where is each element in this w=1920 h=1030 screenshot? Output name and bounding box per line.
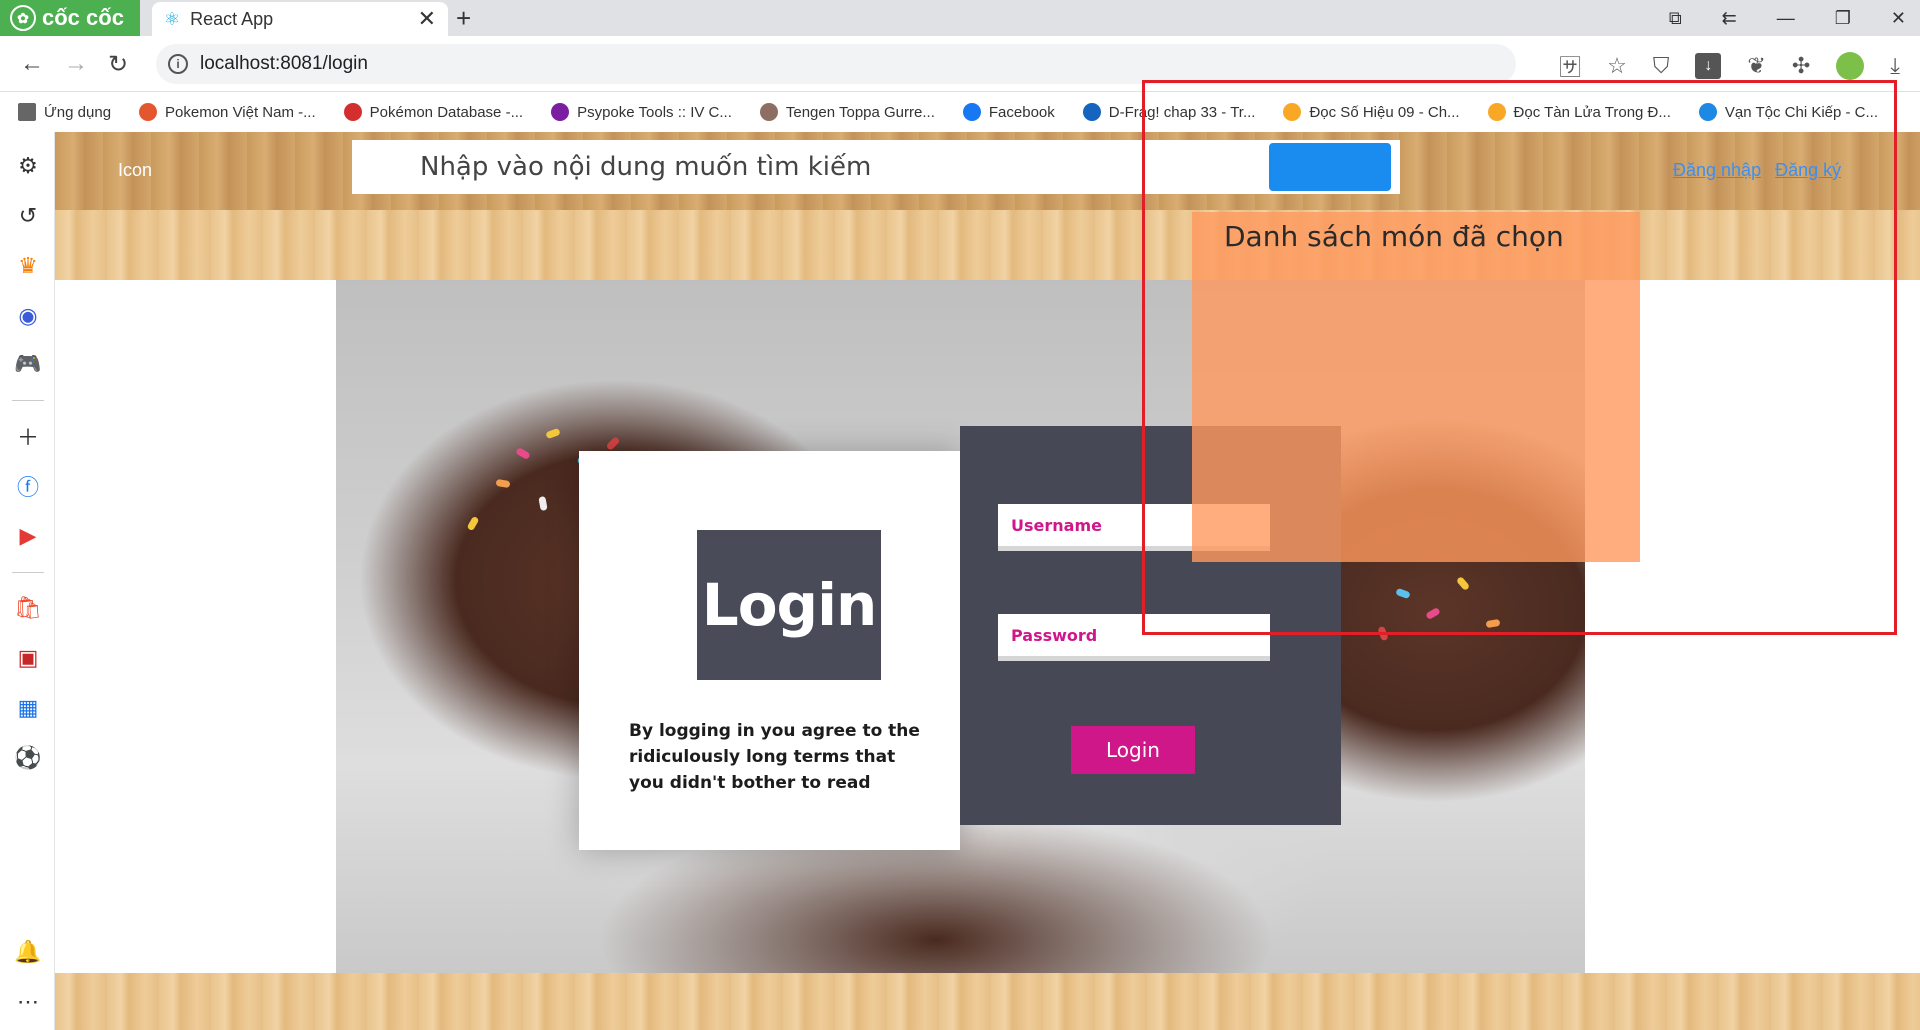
notification-bell-icon[interactable]: 🔔	[14, 938, 42, 966]
restore-button[interactable]: ❐	[1835, 8, 1851, 29]
sprinkle	[605, 436, 621, 451]
downloads-icon[interactable]: ⤓	[1890, 53, 1900, 79]
bookmark-label: Ứng dụng	[44, 103, 112, 121]
sprinkle	[515, 446, 531, 461]
react-icon: ⚛	[164, 8, 181, 29]
coccoc-logo-icon: ✿	[10, 5, 36, 31]
sprinkle	[538, 495, 548, 512]
bookmark-favicon-icon	[343, 103, 362, 121]
apps-grid-icon	[18, 103, 36, 121]
youtube-icon[interactable]: ▶	[14, 522, 42, 550]
site-info-icon[interactable]: i	[168, 54, 188, 74]
bookmark-star-icon[interactable]: ☆	[1607, 53, 1627, 79]
bookmark-item[interactable]: Pokémon Database -...	[343, 103, 524, 121]
sprinkle	[495, 478, 511, 489]
shopee-icon[interactable]: 🛍	[14, 594, 42, 622]
bookmark-favicon-icon	[1082, 103, 1101, 121]
bookmark-favicon-icon	[759, 103, 778, 121]
login-heading: Login	[697, 530, 881, 680]
terms-text: By logging in you agree to the ridiculou…	[629, 721, 920, 793]
close-tab-icon[interactable]: ✕	[418, 6, 436, 32]
bookmark-item[interactable]: Tengen Toppa Gurre...	[759, 103, 935, 121]
screen-capture-icon[interactable]: ⧉	[1669, 8, 1682, 29]
tiki-icon[interactable]: ▦	[14, 694, 42, 722]
vtv-icon[interactable]: ▣	[14, 644, 42, 672]
login-button[interactable]: Login	[1071, 726, 1195, 774]
brand-name: cốc cốc	[42, 5, 124, 30]
sidebar-divider	[12, 400, 44, 401]
bookmark-label: Pokemon Việt Nam -...	[165, 103, 316, 121]
tab-title: React App	[190, 8, 274, 29]
sprinkle	[466, 515, 480, 532]
address-bar[interactable]: i localhost:8081/login	[156, 44, 1516, 84]
reload-button[interactable]: ↻	[108, 50, 128, 79]
coccoc-menu-button[interactable]: ✿ cốc cốc	[0, 0, 140, 36]
browser-sidebar: ⚙ ↺ ♛ ◉ 🎮 ＋ ⓕ ▶ 🛍 ▣ ▦ ⚽ 🔔 ⋯	[0, 132, 55, 1030]
bookmark-favicon-icon	[139, 103, 158, 121]
messenger-icon[interactable]: ◉	[14, 302, 42, 330]
new-tab-button[interactable]: +	[456, 3, 471, 34]
browser-tab[interactable]: ⚛ React App ✕	[152, 2, 448, 36]
bookmark-label: Psypoke Tools :: IV C...	[577, 103, 732, 121]
facebook-icon[interactable]: ⓕ	[14, 472, 42, 500]
tab-search-icon[interactable]: ⇇	[1722, 8, 1737, 29]
annotation-highlight-box	[1142, 80, 1897, 635]
history-icon[interactable]: ↺	[14, 202, 42, 230]
bookmark-item[interactable]: Pokemon Việt Nam -...	[139, 103, 316, 121]
profile-avatar[interactable]	[1836, 52, 1865, 80]
sprinkle	[545, 427, 561, 440]
download-arrow-icon[interactable]: ↓	[1695, 53, 1722, 79]
crown-icon[interactable]: ♛	[14, 252, 42, 280]
close-window-button[interactable]: ✕	[1891, 8, 1906, 29]
bookmark-favicon-icon	[962, 103, 981, 121]
gamepad-icon[interactable]: 🎮	[14, 350, 42, 378]
bookmark-label: Facebook	[988, 103, 1055, 121]
bookmark-item[interactable]: Psypoke Tools :: IV C...	[551, 103, 732, 121]
toolbar-icons: 🈂 ☆ ⛉ ↓ ❦ ✣ ⤓	[1559, 50, 1900, 82]
extension-leaf-icon[interactable]: ❦	[1747, 53, 1765, 79]
tab-strip: ✿ cốc cốc ⚛ React App ✕ + ⧉ ⇇ — ❐ ✕	[0, 0, 1920, 36]
bookmark-item[interactable]: Facebook	[962, 103, 1055, 121]
minimize-button[interactable]: —	[1777, 8, 1795, 29]
sidebar-divider	[12, 572, 44, 573]
forward-button[interactable]: →	[64, 50, 88, 78]
more-icon[interactable]: ⋯	[14, 988, 42, 1016]
extensions-puzzle-icon[interactable]: ✣	[1792, 53, 1810, 79]
url-text: localhost:8081/login	[200, 53, 368, 74]
bookmark-label: Pokémon Database -...	[369, 103, 524, 121]
back-button[interactable]: ←	[20, 50, 44, 78]
window-controls: ⧉ ⇇ — ❐ ✕	[1669, 0, 1906, 36]
settings-gear-icon[interactable]: ⚙	[14, 152, 42, 180]
bookmark-item[interactable]: Ứng dụng	[18, 103, 111, 121]
bookmark-label: Tengen Toppa Gurre...	[785, 103, 935, 121]
shield-icon[interactable]: ⛉	[1653, 53, 1670, 79]
football-icon[interactable]: ⚽	[14, 744, 42, 772]
login-info-card: Login By logging in you agree to the rid…	[579, 451, 960, 850]
add-icon[interactable]: ＋	[14, 422, 42, 450]
site-logo-icon[interactable]: Icon	[118, 160, 152, 181]
bookmark-favicon-icon	[551, 103, 570, 121]
translate-icon[interactable]: 🈂	[1559, 50, 1581, 82]
